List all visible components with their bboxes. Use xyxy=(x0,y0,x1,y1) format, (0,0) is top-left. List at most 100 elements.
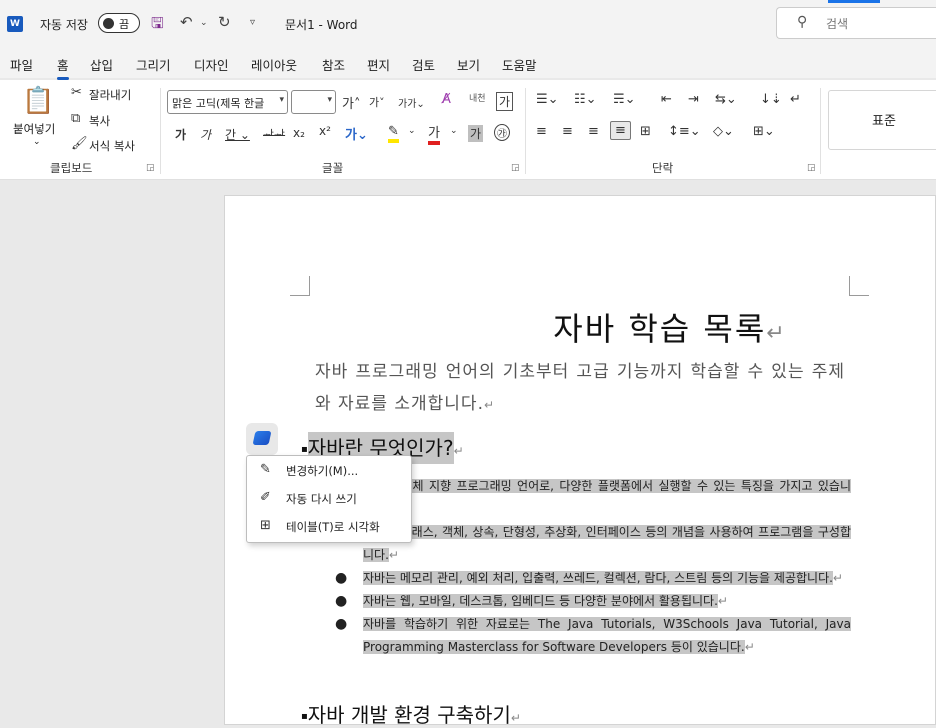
justify-icon[interactable]: ≡ xyxy=(610,121,631,140)
heading-marker: ▪ xyxy=(301,444,308,455)
paste-button[interactable]: 붙여넣기 xyxy=(13,121,55,137)
redo-icon[interactable]: ↻ xyxy=(218,13,231,31)
document-subtitle[interactable]: 자바 프로그래밍 언어의 기초부터 고급 기능까지 학습할 수 있는 주제와 자… xyxy=(315,356,845,421)
save-icon[interactable]: 🖫 xyxy=(151,13,164,38)
cut-icon: ✂ xyxy=(71,85,82,100)
align-center-icon[interactable]: ≡ xyxy=(562,124,573,139)
paragraph-mark: ↵ xyxy=(744,640,755,654)
tab-home[interactable]: 홈 xyxy=(57,55,69,80)
tab-view[interactable]: 보기 xyxy=(457,55,480,74)
tab-insert[interactable]: 삽입 xyxy=(90,55,113,74)
pen-icon: ✐ xyxy=(260,490,271,505)
tab-design[interactable]: 디자인 xyxy=(194,55,229,74)
style-normal[interactable]: 표준 xyxy=(828,90,936,150)
highlight-color-icon[interactable]: ✎ xyxy=(388,124,399,143)
list-item[interactable]: ● 자바는 웹, 모바일, 데스크톱, 임베디드 등 다양한 분야에서 활용됩니… xyxy=(335,590,851,613)
underline-icon[interactable]: 간 ⌄ xyxy=(225,126,250,143)
menu-item-rewrite[interactable]: ✎ 변경하기(M)... xyxy=(247,458,411,484)
autosave-toggle[interactable]: 끔 xyxy=(98,13,140,33)
document-title-heading[interactable]: 자바 학습 목록↵ xyxy=(225,304,936,350)
font-size-combo[interactable]: ▾ xyxy=(291,90,336,114)
shrink-font-icon[interactable]: 가˅ xyxy=(369,94,385,110)
paragraph-launcher-icon[interactable]: ◲ xyxy=(807,163,816,173)
character-border-icon[interactable]: 가 xyxy=(496,92,514,111)
group-separator xyxy=(525,88,526,174)
ribbon: 📋 붙여넣기 ⌄ ✂ 잘라내기 ⧉ 복사 🖌 서식 복사 클립보드 ◲ 맑은 고… xyxy=(0,80,936,180)
section-heading-2[interactable]: ▪자바 개발 환경 구축하기↵ xyxy=(301,699,521,728)
strikethrough-icon[interactable]: ᅪᅪ xyxy=(263,126,285,143)
menu-item-auto-rewrite[interactable]: ✐ 자동 다시 쓰기 xyxy=(247,486,411,512)
grow-font-icon[interactable]: 가˄ xyxy=(342,93,360,112)
increase-indent-icon[interactable]: ⇥ xyxy=(688,92,699,107)
paste-dropdown-icon[interactable]: ⌄ xyxy=(33,137,41,147)
numbering-icon[interactable]: ☷⌄ xyxy=(574,92,597,107)
chevron-down-icon[interactable]: ⌄ xyxy=(408,126,416,136)
format-painter-button[interactable]: 서식 복사 xyxy=(89,138,135,154)
italic-icon[interactable]: 가 xyxy=(200,126,211,143)
text-effects-icon[interactable]: 가⌄ xyxy=(345,124,368,143)
crop-mark xyxy=(849,276,869,296)
bullets-icon[interactable]: ☰⌄ xyxy=(536,92,559,107)
menu-item-visualize-table[interactable]: ⊞ 테이블(T)로 시각화 xyxy=(247,514,411,540)
chevron-down-icon[interactable]: ⌄ xyxy=(450,126,458,136)
shading-icon[interactable]: ◇⌄ xyxy=(713,124,734,139)
search-icon: ⚲ xyxy=(797,14,808,30)
search-placeholder: 검색 xyxy=(826,17,849,31)
show-marks-icon[interactable]: ↵ xyxy=(790,92,801,107)
font-launcher-icon[interactable]: ◲ xyxy=(511,163,520,173)
undo-icon[interactable]: ↶ xyxy=(180,13,193,31)
sort-icon[interactable]: ↓⇣ xyxy=(760,92,782,107)
list-item[interactable]: ● 자바는 클래스, 객체, 상속, 단형성, 추상화, 인터페이스 등의 개념… xyxy=(335,521,851,567)
group-separator xyxy=(160,88,161,174)
decrease-indent-icon[interactable]: ⇤ xyxy=(661,92,672,107)
borders-icon[interactable]: ⊞⌄ xyxy=(753,124,775,139)
tab-draw[interactable]: 그리기 xyxy=(136,55,171,74)
font-color-icon[interactable]: 가 xyxy=(428,122,440,145)
change-case-icon[interactable]: 가가⌄ xyxy=(398,95,425,110)
character-shading-icon[interactable]: 가 xyxy=(468,125,484,142)
list-item-text: 자바는 클래스, 객체, 상속, 단형성, 추상화, 인터페이스 등의 개념을 … xyxy=(363,525,851,562)
cut-button[interactable]: 잘라내기 xyxy=(89,87,131,103)
paragraph-mark: ↵ xyxy=(453,444,464,458)
align-left-icon[interactable]: ≡ xyxy=(536,124,547,139)
paste-icon[interactable]: 📋 xyxy=(22,86,54,116)
customize-quick-access-icon[interactable]: ▿ xyxy=(250,17,255,28)
clear-formatting-icon[interactable]: A̸ xyxy=(442,92,451,107)
subscript-icon[interactable]: x₂ xyxy=(293,126,305,140)
menu-item-label: 변경하기(M)... xyxy=(286,464,359,478)
bullet-list[interactable]: ● 자바는 객체 지향 프로그래밍 언어로, 다양한 플랫폼에서 실행할 수 있… xyxy=(335,475,851,659)
copilot-icon xyxy=(252,431,272,445)
crop-mark xyxy=(290,276,310,296)
tab-layout[interactable]: 레이아웃 xyxy=(251,55,297,74)
copilot-button[interactable] xyxy=(246,423,278,455)
copy-icon: ⧉ xyxy=(71,111,81,126)
align-right-icon[interactable]: ≡ xyxy=(588,124,599,139)
list-item[interactable]: ● 자바는 객체 지향 프로그래밍 언어로, 다양한 플랫폼에서 실행할 수 있… xyxy=(335,475,851,521)
title-bar: W 자동 저장 끔 🖫 ↶ ⌄ ↻ ▿ 문서1 - Word ⚲ 검색 xyxy=(0,0,936,48)
undo-dropdown-icon[interactable]: ⌄ xyxy=(200,18,208,28)
tab-mailings[interactable]: 편지 xyxy=(367,55,390,74)
toggle-knob xyxy=(103,18,114,29)
list-item[interactable]: ● 자바를 학습하기 위한 자료로는 The Java Tutorials, W… xyxy=(335,613,851,659)
enclose-characters-icon[interactable]: ㉮ xyxy=(494,124,510,141)
line-spacing-icon[interactable]: ↕≡⌄ xyxy=(668,124,701,139)
bold-icon[interactable]: 가 xyxy=(175,126,186,143)
tab-file[interactable]: 파일 xyxy=(10,55,33,74)
tab-review[interactable]: 검토 xyxy=(412,55,435,74)
phonetic-guide-icon[interactable]: 내천 xyxy=(469,91,486,104)
copilot-menu: ✎ 변경하기(M)... ✐ 자동 다시 쓰기 ⊞ 테이블(T)로 시각화 xyxy=(246,455,412,543)
list-item-text: 자바를 학습하기 위한 자료로는 The Java Tutorials, W3S… xyxy=(363,617,851,654)
font-name-combo[interactable]: 맑은 고딕(제목 한글 ▾ xyxy=(167,90,288,114)
tab-references[interactable]: 참조 xyxy=(322,55,345,74)
multilevel-list-icon[interactable]: ☴⌄ xyxy=(613,92,636,107)
text-direction-icon[interactable]: ⇆⌄ xyxy=(715,92,737,107)
superscript-icon[interactable]: x² xyxy=(319,124,331,138)
clipboard-launcher-icon[interactable]: ◲ xyxy=(146,163,155,173)
distributed-icon[interactable]: ⊞ xyxy=(640,124,651,139)
search-box[interactable]: ⚲ 검색 xyxy=(776,7,936,39)
copy-button[interactable]: 복사 xyxy=(89,113,110,129)
font-group-label: 글꼴 xyxy=(322,161,344,175)
tab-help[interactable]: 도움말 xyxy=(502,55,537,74)
list-item-text: 자바는 웹, 모바일, 데스크톱, 임베디드 등 다양한 분야에서 활용됩니다. xyxy=(363,594,718,608)
list-item[interactable]: ● 자바는 메모리 관리, 예외 처리, 입출력, 쓰레드, 컬렉션, 람다, … xyxy=(335,567,851,590)
